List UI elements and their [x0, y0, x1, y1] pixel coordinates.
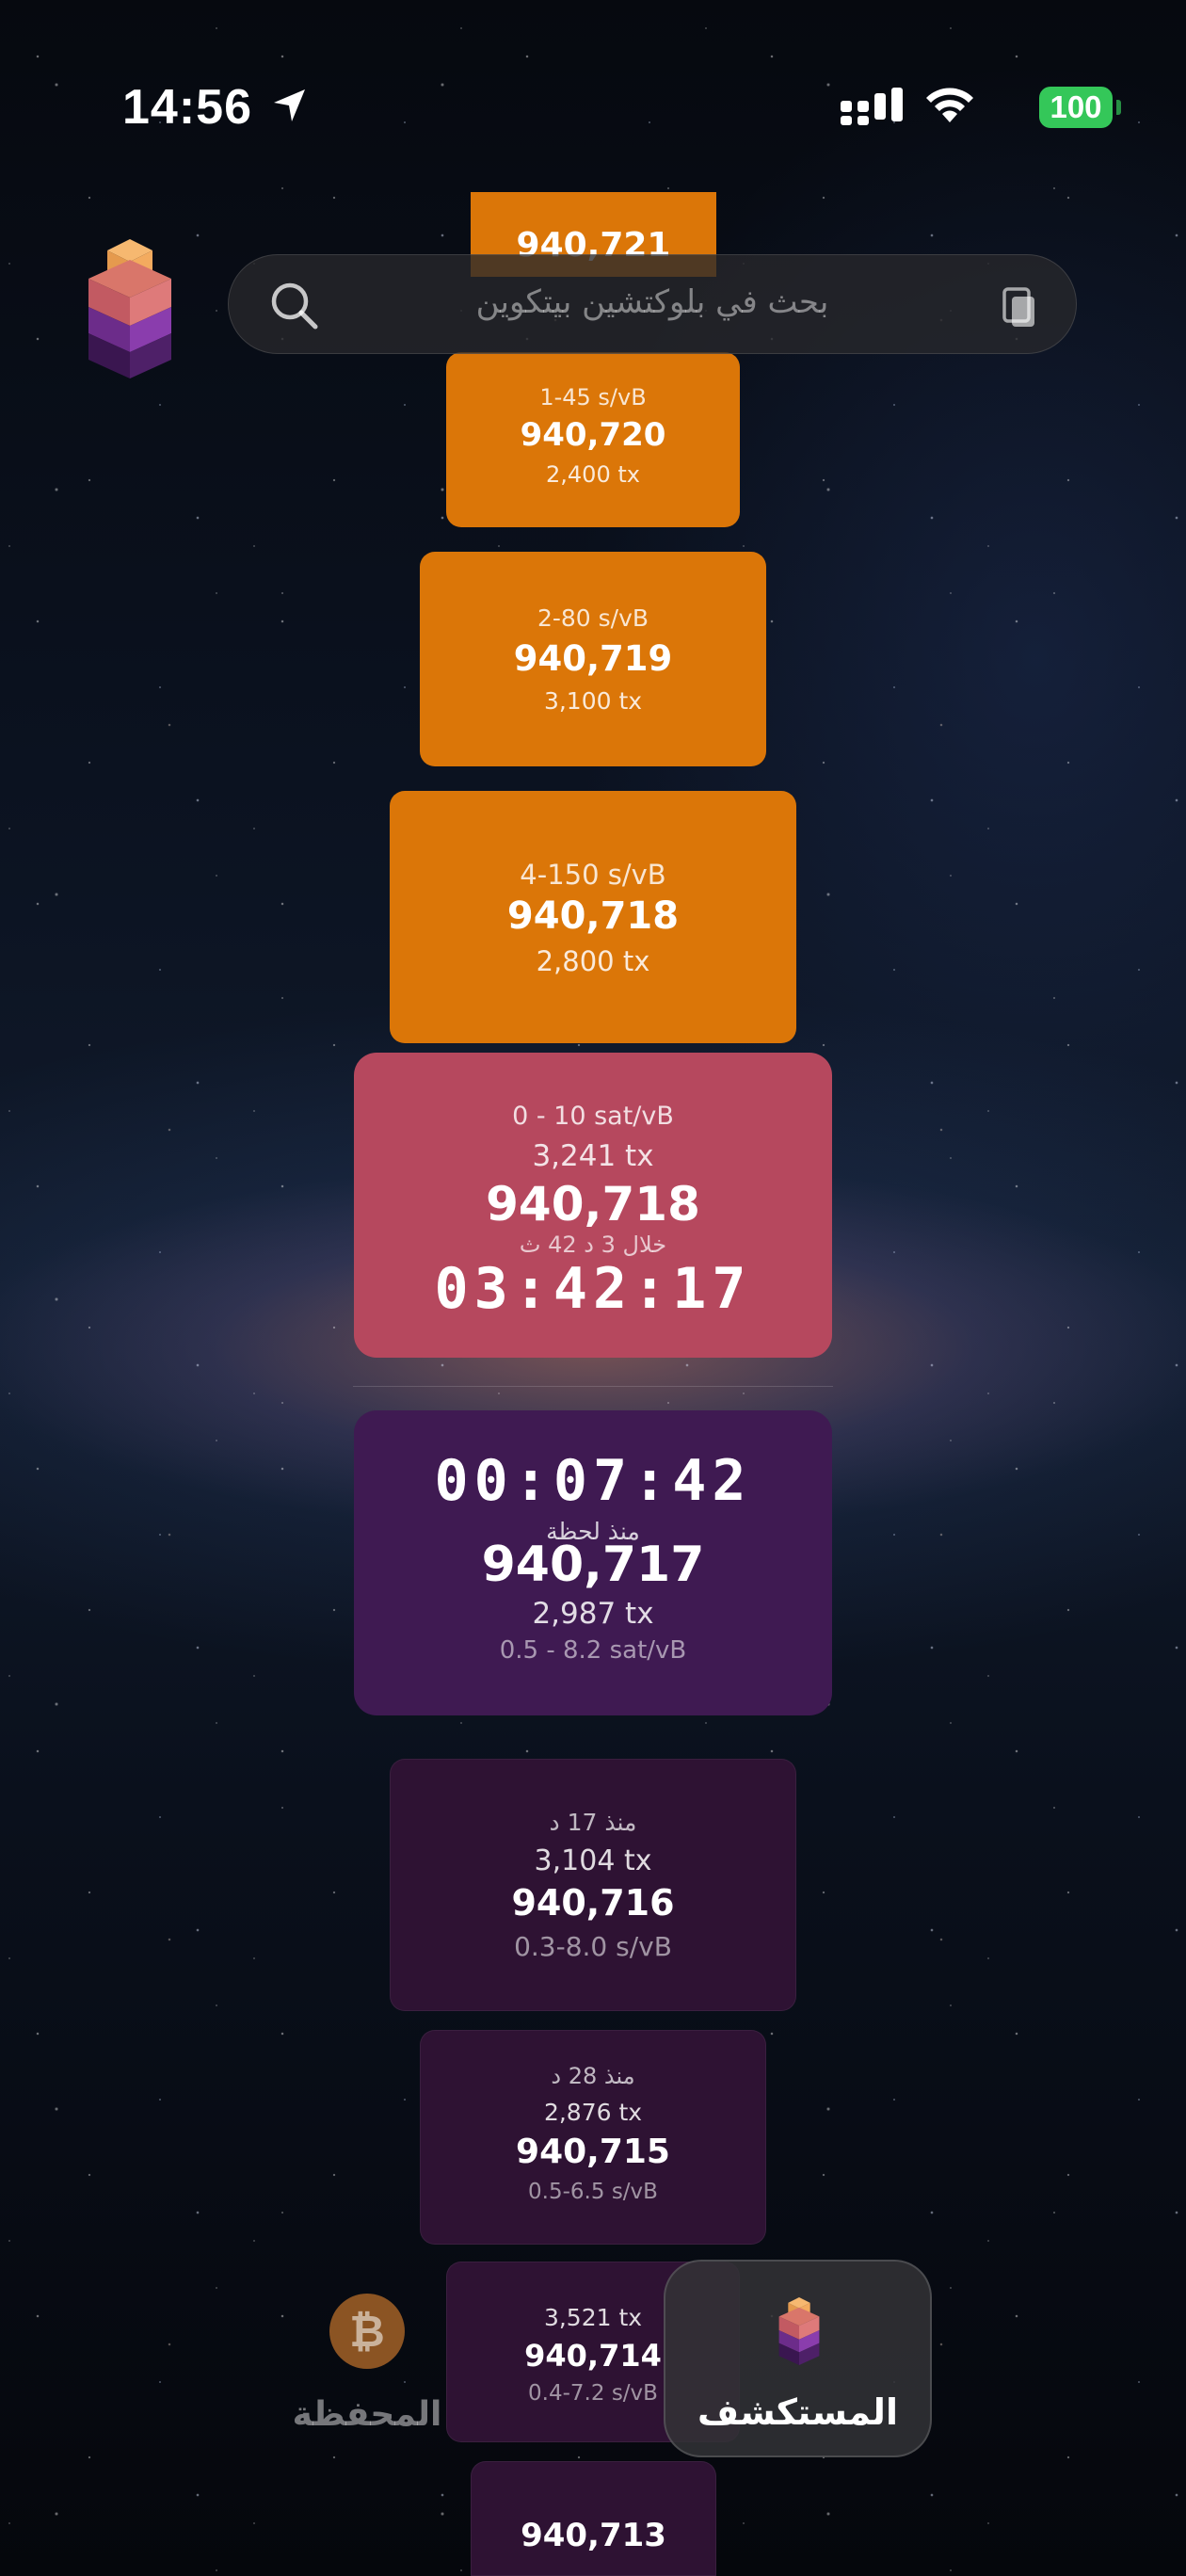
- status-time: 14:56: [122, 80, 252, 135]
- mined-block[interactable]: منذ 17 د 3,104 tx 940,716 0.3-8.0 s/vB: [390, 1759, 796, 2011]
- block-tx-count: 2,400 tx: [546, 461, 640, 488]
- block-fee-range: 0 - 10 sat/vB: [512, 1102, 674, 1131]
- block-elapsed-timer: 00:07:42: [434, 1448, 752, 1514]
- block-tx-count: 3,100 tx: [543, 687, 643, 715]
- block-age: منذ 28 د: [551, 2063, 635, 2089]
- block-tx-count: 3,241 tx: [532, 1139, 654, 1173]
- block-height: 940,713: [521, 2517, 666, 2554]
- wifi-icon: [926, 88, 973, 122]
- block-tx-count: 2,876 tx: [543, 2099, 643, 2126]
- upcoming-block[interactable]: 2-80 s/vB 940,719 3,100 tx: [420, 552, 766, 766]
- block-height: 940,717: [481, 1537, 705, 1593]
- battery-cap: [1116, 100, 1121, 115]
- block-fee-range: 2-80 s/vB: [537, 604, 649, 632]
- block-eta: خلال 3 د 42 ث: [519, 1232, 667, 1258]
- block-fee-range: 0.3-8.0 s/vB: [514, 1931, 672, 1962]
- block-height: 940,719: [513, 638, 673, 679]
- block-fee-range: 1-45 s/vB: [539, 384, 647, 411]
- block-fee-range: 4-150 s/vB: [520, 859, 666, 891]
- tab-wallet[interactable]: ₿ المحفظة: [282, 2288, 452, 2439]
- current-block[interactable]: 0 - 10 sat/vB 3,241 tx 940,718 خلال 3 د …: [354, 1053, 832, 1358]
- block-countdown: 03:42:17: [434, 1256, 752, 1322]
- stacked-blocks-icon: [778, 2297, 820, 2365]
- upcoming-block[interactable]: 4-150 s/vB 940,718 2,800 tx: [390, 791, 796, 1043]
- tab-explorer-label: المستكشف: [697, 2391, 898, 2433]
- upcoming-block[interactable]: 1-45 s/vB 940,720 2,400 tx: [446, 352, 740, 527]
- block-height: 940,718: [486, 1177, 700, 1232]
- battery-indicator: 100: [1039, 87, 1113, 128]
- location-arrow-icon: [274, 89, 305, 121]
- block-tx-count: 2,987 tx: [532, 1597, 654, 1631]
- cellular-signal-icon: [841, 88, 903, 125]
- block-tx-count: 3,104 tx: [534, 1844, 652, 1877]
- latest-block[interactable]: 00:07:42 منذ لحظة 940,717 2,987 tx 0.5 -…: [354, 1410, 832, 1715]
- block-height: 940,718: [506, 894, 680, 938]
- bitcoin-icon: ₿: [329, 2294, 405, 2369]
- block-fee-range: 0.5-6.5 s/vB: [528, 2180, 658, 2204]
- block-height: 940,715: [516, 2133, 670, 2171]
- block-age: منذ 17 د: [549, 1809, 637, 1836]
- search-input[interactable]: بحث في بلوكتشين بيتكوين: [229, 283, 1076, 321]
- search-bar[interactable]: بحث في بلوكتشين بيتكوين: [228, 254, 1077, 354]
- block-fee-range: 0.5 - 8.2 sat/vB: [499, 1636, 687, 1665]
- block-height: 940,716: [511, 1882, 675, 1924]
- clipboard-paste-icon[interactable]: [999, 283, 1040, 329]
- block-tx-count: 2,800 tx: [536, 945, 650, 977]
- svg-text:₿: ₿: [349, 2306, 385, 2357]
- mined-block[interactable]: 940,713: [471, 2461, 716, 2576]
- status-bar: 14:56 100: [0, 0, 1186, 151]
- stacked-blocks-logo-icon[interactable]: [88, 239, 171, 378]
- tab-explorer[interactable]: المستكشف: [664, 2260, 932, 2457]
- mined-block[interactable]: منذ 28 د 2,876 tx 940,715 0.5-6.5 s/vB: [420, 2030, 766, 2245]
- mempool-divider: [353, 1386, 833, 1387]
- tab-wallet-label: المحفظة: [292, 2395, 442, 2434]
- block-height: 940,720: [520, 416, 666, 454]
